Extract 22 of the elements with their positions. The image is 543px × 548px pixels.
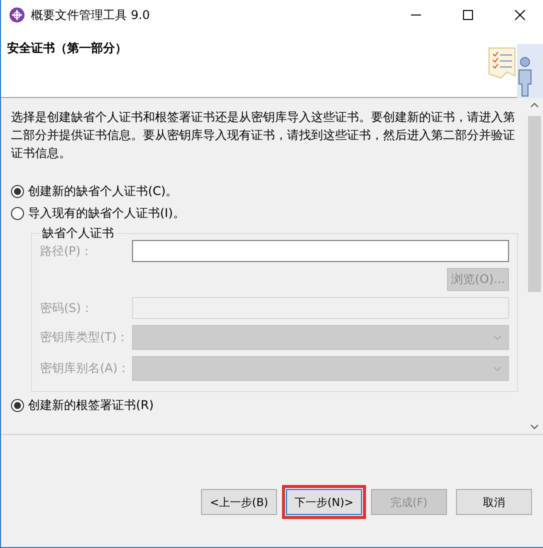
chevron-down-icon [493,334,502,340]
radio-option[interactable]: 创建新的根签署证书(R) [11,394,518,416]
description-text: 选择是创建缺省个人证书和根签署证书还是从密钥库导入这些证书。要创建新的证书，请进入第二部分并提供证书信息。要从密钥库导入现有证书，请找到这些证书，然后进入第二部分并验证证书信息。 [11,109,516,162]
chevron-down-icon [493,366,502,372]
radio-option[interactable]: 导入现有的缺省个人证书(I)。 [11,202,518,224]
radio-icon[interactable] [11,398,24,412]
page-title: 安全证书（第一部分） [7,40,127,57]
field-label: 密钥库别名(A)： [40,360,131,377]
group-title: 缺省个人证书 [41,226,115,240]
maximize-icon [463,10,473,20]
radio-option[interactable]: 创建新的缺省个人证书(C)。 [11,180,518,202]
input-field[interactable] [132,240,509,262]
window-title: 概要文件管理工具 9.0 [31,6,151,24]
field-label: 密码(S)： [40,300,94,316]
app-logo-icon [9,7,25,23]
wizard-button[interactable]: <上一步(B) [201,489,277,515]
field-label: 路径(P)： [40,242,94,260]
radio-icon[interactable] [11,184,24,198]
radio-icon[interactable] [11,206,24,220]
close-icon [515,10,525,20]
field-label: 密钥库类型(T)： [40,329,130,346]
wizard-button[interactable]: 取消 [456,489,532,515]
